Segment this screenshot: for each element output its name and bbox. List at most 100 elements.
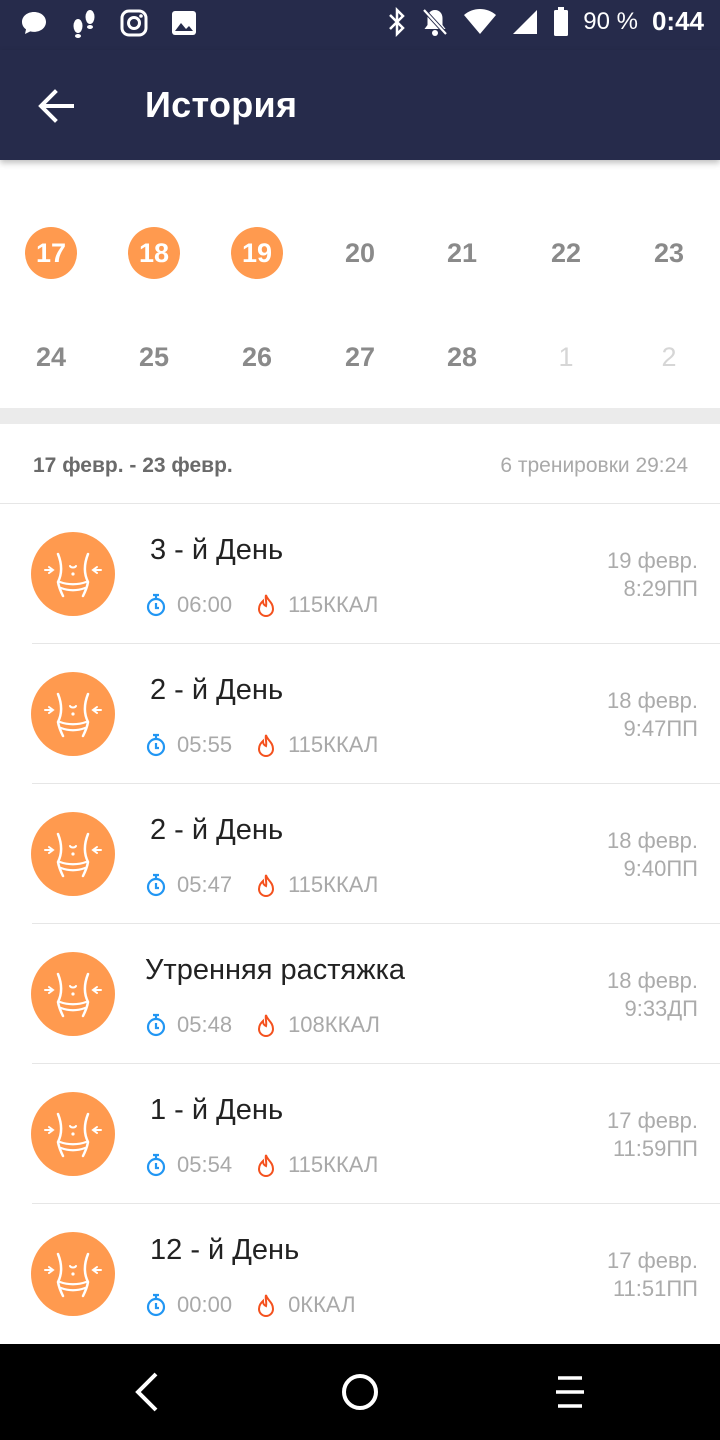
fire-icon [258, 734, 275, 757]
calendar-day[interactable]: 27 [330, 327, 390, 387]
waist-body-icon [44, 692, 102, 738]
instagram-icon [120, 9, 148, 37]
calendar-day[interactable]: 19 [227, 223, 287, 283]
workout-title: 1 - й День [150, 1094, 284, 1126]
workout-date: 17 февр. [607, 1248, 698, 1273]
workout-date: 18 февр. [607, 688, 698, 713]
fire-icon [258, 874, 275, 897]
fire-icon [258, 594, 275, 617]
week-range: 17 февр. - 23 февр. [33, 454, 233, 477]
workout-calories: 0ККАЛ [288, 1292, 356, 1317]
workout-avatar [31, 952, 115, 1036]
workout-meta: 05:54 115ККАЛ [145, 1150, 378, 1180]
workout-item[interactable]: 1 - й День 05:54 115ККАЛ 17 февр. 11:59П… [0, 1064, 720, 1204]
calendar-day[interactable]: 26 [227, 327, 287, 387]
workout-item[interactable]: 2 - й День 05:55 115ККАЛ 18 февр. 9:47ПП [0, 644, 720, 784]
workout-duration: 05:54 [177, 1152, 233, 1177]
workout-meta: 05:47 115ККАЛ [145, 870, 378, 900]
section-divider [0, 408, 720, 424]
workout-meta: 05:48 108ККАЛ [145, 1010, 380, 1040]
workout-meta: 00:00 0ККАЛ [145, 1290, 356, 1320]
calendar-previous-row-edge [0, 160, 720, 162]
workout-time: 11:59ПП [612, 1136, 698, 1161]
workout-duration: 05:47 [177, 872, 233, 897]
back-button[interactable] [34, 84, 78, 128]
steps-icon [73, 10, 95, 38]
workout-date: 17 февр. [607, 1108, 698, 1133]
system-navigation-bar [0, 1344, 720, 1440]
calendar-day[interactable]: 25 [124, 327, 184, 387]
workout-history-list: 3 - й День 06:00 115ККАЛ 19 февр. 8:29ПП… [0, 504, 720, 1344]
workout-date: 18 февр. [607, 968, 698, 993]
workout-title: Утренняя растяжка [145, 954, 406, 986]
workout-calories: 115ККАЛ [288, 1152, 379, 1177]
image-icon [172, 11, 196, 35]
menu-icon [556, 1376, 584, 1408]
page-title: История [145, 84, 298, 125]
workout-time: 9:33ДП [624, 996, 698, 1021]
stopwatch-icon [146, 1153, 166, 1177]
stopwatch-icon [146, 733, 166, 757]
waist-body-icon [44, 1112, 102, 1158]
workout-time: 8:29ПП [623, 576, 698, 601]
calendar: 17 18 19 20 21 22 23 24 25 26 27 28 1 2 [0, 160, 720, 408]
system-home-button[interactable] [338, 1370, 382, 1414]
app-bar: История [0, 50, 720, 160]
battery-percent: 90 % [583, 7, 638, 35]
stopwatch-icon [146, 1013, 166, 1037]
workout-calories: 108ККАЛ [288, 1012, 380, 1037]
workout-title: 12 - й День [150, 1234, 300, 1266]
workout-avatar [31, 672, 115, 756]
status-bar: 90 % 0:44 [0, 0, 720, 50]
workout-title: 2 - й День [150, 814, 284, 846]
workout-item[interactable]: 2 - й День 05:47 115ККАЛ 18 февр. 9:40ПП [0, 784, 720, 924]
calendar-week-row: 24 25 26 27 28 1 2 [0, 327, 720, 387]
workout-avatar [31, 532, 115, 616]
week-summary-header: 17 февр. - 23 февр. 6 тренировки 29:24 [0, 424, 720, 504]
workout-duration: 06:00 [177, 592, 233, 617]
calendar-day[interactable]: 18 [124, 223, 184, 283]
battery-icon [554, 6, 569, 36]
calendar-day[interactable]: 28 [432, 327, 492, 387]
workout-calories: 115ККАЛ [288, 872, 379, 897]
workout-time: 11:51ПП [612, 1276, 698, 1301]
workout-item[interactable]: Утренняя растяжка 05:48 108ККАЛ 18 февр.… [0, 924, 720, 1064]
stopwatch-icon [146, 873, 166, 897]
workout-avatar [31, 1092, 115, 1176]
workout-meta: 05:55 115ККАЛ [145, 730, 378, 760]
calendar-day[interactable]: 2 [639, 327, 699, 387]
workout-date: 19 февр. [607, 548, 698, 573]
workout-item[interactable]: 12 - й День 00:00 0ККАЛ 17 февр. 11:51ПП [0, 1204, 720, 1344]
week-workout-summary: 6 тренировки 29:24 [500, 454, 688, 477]
waist-body-icon [44, 972, 102, 1018]
calendar-day[interactable]: 17 [21, 223, 81, 283]
workout-date: 18 февр. [607, 828, 698, 853]
workout-duration: 05:48 [177, 1012, 233, 1037]
workout-avatar [31, 812, 115, 896]
clock: 0:44 [651, 6, 704, 36]
calendar-day[interactable]: 1 [536, 327, 596, 387]
workout-calories: 115ККАЛ [288, 732, 379, 757]
signal-icon [513, 9, 538, 34]
workout-time: 9:47ПП [623, 716, 698, 741]
waist-body-icon [44, 832, 102, 878]
system-menu-button[interactable] [548, 1370, 592, 1414]
calendar-day[interactable]: 24 [21, 327, 81, 387]
fire-icon [258, 1294, 275, 1317]
system-back-button[interactable] [126, 1370, 170, 1414]
workout-time: 9:40ПП [623, 856, 698, 881]
workout-title: 3 - й День [150, 534, 284, 566]
stopwatch-icon [146, 593, 166, 617]
calendar-day[interactable]: 22 [536, 223, 596, 283]
calendar-day[interactable]: 20 [330, 223, 390, 283]
calendar-week-row: 17 18 19 20 21 22 23 [0, 223, 720, 283]
workout-item[interactable]: 3 - й День 06:00 115ККАЛ 19 февр. 8:29ПП [0, 504, 720, 644]
workout-title: 2 - й День [150, 674, 284, 706]
calendar-day[interactable]: 21 [432, 223, 492, 283]
notifications-off-icon [422, 8, 448, 36]
calendar-day[interactable]: 23 [639, 223, 699, 283]
wifi-icon [464, 8, 497, 34]
workout-duration: 05:55 [177, 732, 233, 757]
chat-icon [22, 12, 46, 34]
fire-icon [258, 1014, 275, 1037]
